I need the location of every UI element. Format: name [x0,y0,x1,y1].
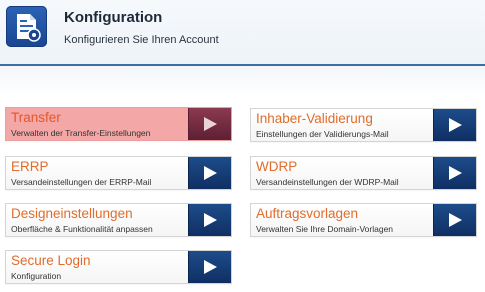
card-description: Oberfläche & Funktionalität anpassen [11,224,153,234]
open-inhaber-validierung-button[interactable] [433,109,476,141]
card-label: WDRP [256,159,298,174]
play-icon [204,213,217,227]
open-auftragsvorlagen-button[interactable] [433,204,476,236]
play-icon [449,166,462,180]
card-label: Designeinstellungen [11,206,133,221]
auftragsvorlagen-card[interactable]: Auftragsvorlagen Verwalten Sie Ihre Doma… [250,203,477,237]
page-header: Konfiguration Konfigurieren Sie Ihren Ac… [0,0,485,64]
card-label: ERRP [11,159,49,174]
play-icon [449,118,462,132]
play-icon [204,117,217,131]
card-description: Einstellungen der Validierungs-Mail [256,129,389,139]
card-description: Versandeinstellungen der WDRP-Mail [256,177,399,187]
card-label: Transfer [11,110,61,125]
open-transfer-button[interactable] [188,108,231,140]
inhaber-validierung-card[interactable]: Inhaber-Validierung Einstellungen der Va… [250,108,477,142]
card-description: Verwalten Sie Ihre Domain-Vorlagen [256,224,394,234]
open-designeinstellungen-button[interactable] [188,204,231,236]
page-title: Konfiguration [64,9,163,26]
designeinstellungen-card[interactable]: Designeinstellungen Oberfläche & Funktio… [5,203,232,237]
open-wdrp-button[interactable] [433,157,476,189]
card-description: Konfiguration [11,271,62,281]
card-label: Inhaber-Validierung [256,111,373,126]
open-secure-login-button[interactable] [188,251,231,283]
card-label: Secure Login [11,253,91,268]
card-description: Verwalten der Transfer-Einstellungen [11,128,151,138]
secure-login-card[interactable]: Secure Login Konfiguration [5,250,232,284]
settings-document-icon [6,6,47,47]
play-icon [204,260,217,274]
card-label: Auftragsvorlagen [256,206,359,221]
errp-card[interactable]: ERRP Versandeinstellungen der ERRP-Mail [5,156,232,190]
wdrp-card[interactable]: WDRP Versandeinstellungen der WDRP-Mail [250,156,477,190]
card-description: Versandeinstellungen der ERRP-Mail [11,177,152,187]
play-icon [204,166,217,180]
play-icon [449,213,462,227]
page-subtitle: Konfigurieren Sie Ihren Account [64,34,219,46]
transfer-card[interactable]: Transfer Verwalten der Transfer-Einstell… [5,107,232,141]
open-errp-button[interactable] [188,157,231,189]
